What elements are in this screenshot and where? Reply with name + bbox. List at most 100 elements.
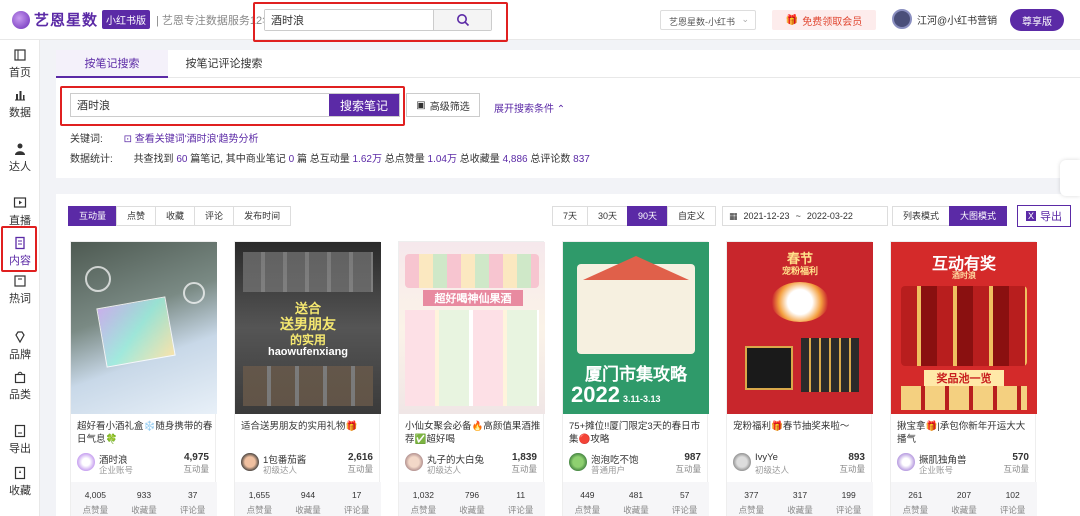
favs-label: 收藏量 [295,505,321,515]
note-author: 1包番茄酱 初级达人 2,616 互动量 [241,452,377,476]
note-card[interactable]: 春节 宠粉福利 宠粉福利🎁春节抽奖来啦～ IvyYe 初级达人 893 互动量 … [726,241,873,516]
sort-comments[interactable]: 评论 [194,206,235,226]
range-7d[interactable]: 7天 [552,206,589,226]
note-image[interactable] [71,242,217,414]
excel-icon: X [1025,211,1036,221]
sidebar-item-label: 首页 [9,67,31,79]
sort-publish-time[interactable]: 发布时间 [233,206,292,226]
vip-button[interactable]: 尊享版 [1010,9,1064,31]
note-stats: 377 点赞量 317 收藏量 199 评论量 [727,482,873,516]
export-icon [14,424,26,438]
note-image[interactable]: 超好喝神仙果酒 [399,242,545,414]
keyword-trend-link[interactable]: ⊡ 查看关键词'酒时浪'趋势分析 [124,134,259,145]
note-image[interactable]: 春节 宠粉福利 [727,242,873,414]
interaction: 987 互动量 [675,452,701,475]
comments-label: 评论量 [671,505,698,515]
chevron-down-icon: ⌄ [741,14,749,24]
expand-conditions-link[interactable]: 展开搜索条件 ⌃ [494,100,565,115]
user-menu[interactable]: 江河@小红书营销 [892,9,997,29]
comments-value: 37 [187,490,198,500]
image-icon: ▣ [416,99,426,111]
sort-interact[interactable]: 互动量 [68,206,118,226]
author-avatar[interactable] [241,453,259,471]
logo[interactable]: 艺恩星数 小红书版 | 艺恩专注数据服务12年 [12,9,273,30]
tiger-illustration [771,282,829,322]
author-type: 企业账号 [99,465,134,475]
sidebar-item-favorites[interactable]: 收藏 [0,466,40,498]
sidebar-item-category[interactable]: 品类 [0,370,40,402]
sort-likes[interactable]: 点赞 [116,206,157,226]
sidebar-item-home[interactable]: 首页 [0,48,40,80]
sidebar-item-label: 数据 [9,107,31,119]
note-title[interactable]: 揪宝拿🎁|承包你新年开运大大播气 [897,420,1033,448]
tab-note-search[interactable]: 按笔记搜索 [56,50,168,78]
range-90d[interactable]: 90天 [627,206,669,226]
favs-label: 收藏量 [459,505,485,515]
list-mode-button[interactable]: 列表模式 [892,206,951,226]
stats-fav: 4,886 [502,154,528,165]
note-card[interactable]: 超好看小酒礼盒❄️随身携带的春日气息🍀 酒时浪 企业账号 4,975 互动量 4… [70,241,217,516]
sidebar-item-brand[interactable]: 品牌 [0,330,40,362]
logo-badge: 小红书版 [102,10,151,29]
stats-notes-suffix: 篇笔记, 其中商业笔记 [190,154,286,165]
platform-select[interactable]: 艺恩星数-小红书 ⌄ [660,10,756,30]
note-image[interactable]: 互动有奖 酒时浪 奖品池一览 [891,242,1037,414]
note-card[interactable]: 超好喝神仙果酒 小仙女聚会必备🔥高颜值果酒推荐✅超好喝 丸子的大白兔 初级达人 … [398,241,545,516]
range-30d[interactable]: 30天 [587,206,629,226]
sidebar-item-live[interactable]: 直播 [0,196,40,228]
note-image[interactable]: 送合 送男朋友 的实用 haowufenxiang [235,242,381,414]
free-vip-button[interactable]: 🎁 免费领取会员 [772,10,876,30]
author-avatar[interactable] [569,453,587,471]
product-collage [901,286,1027,366]
sidebar-item-data[interactable]: 数据 [0,88,40,120]
interaction-value: 2,616 [347,452,373,463]
note-author: IvyYe 初级达人 893 互动量 [733,452,869,476]
interaction: 570 互动量 [1003,452,1029,475]
note-stats: 1,655 点赞量 944 收藏量 17 评论量 [235,482,381,516]
logo-text: 艺恩星数 [34,12,99,29]
advanced-filter-button[interactable]: ▣ 高级筛选 [406,93,480,117]
keyword-trend-label: 查看关键词'酒时浪'趋势分析 [134,134,259,145]
sidebar-item-talent[interactable]: 达人 [0,142,40,174]
likes-label: 点赞量 [246,505,273,515]
floating-help-tab[interactable] [1060,160,1080,196]
comments-value: 102 [1005,490,1020,500]
tab-comment-search[interactable]: 按笔记评论搜索 [168,50,280,78]
author-type: 初级达人 [755,465,790,475]
note-card[interactable]: 互动有奖 酒时浪 奖品池一览 揪宝拿🎁|承包你新年开运大大播气 撅肌独角兽 企业… [890,241,1037,516]
comments-value: 17 [351,490,362,500]
stats-notes: 60 [176,154,188,165]
bar-chart-icon [15,91,25,101]
note-author: 酒时浪 企业账号 4,975 互动量 [77,452,213,476]
sort-favorites[interactable]: 收藏 [155,206,196,226]
grid-mode-button[interactable]: 大图模式 [949,206,1008,226]
author-avatar[interactable] [733,453,751,471]
author-avatar[interactable] [77,453,95,471]
author-avatar[interactable] [405,453,423,471]
note-title[interactable]: 适合送男朋友的实用礼物🎁 [241,420,377,448]
bottle-row [405,254,539,288]
stats-fav-label: 总收藏量 [459,154,500,165]
likes-value: 1,655 [248,490,270,500]
chevron-up-icon: ⌃ [556,104,566,115]
image-caption: 宠粉福利 [781,266,818,276]
note-card[interactable]: 送合 送男朋友 的实用 haowufenxiang 适合送男朋友的实用礼物🎁 1… [234,241,381,516]
gift-box-shape [801,338,859,392]
note-title[interactable]: 超好看小酒礼盒❄️随身携带的春日气息🍀 [77,420,213,448]
note-title[interactable]: 宠粉福利🎁春节抽奖来啦～ [733,420,869,448]
author-avatar[interactable] [897,453,915,471]
sidebar-item-hotwords[interactable]: 热词 [0,274,40,306]
note-card[interactable]: 厦门市集攻略 2022 3.11-3.13 75+摊位!!厦门限定3天的春日市集… [562,241,709,516]
date-range-picker[interactable]: ▦ 2021-12-23 ~ 2022-03-22 [722,206,888,226]
date-sep: ~ [795,211,801,221]
note-title[interactable]: 75+摊位!!厦门限定3天的春日市集🔴攻略 [569,420,705,448]
export-button[interactable]: X 导出 [1017,205,1071,227]
author-name[interactable]: IvyYe [755,452,778,463]
results-panel: 互动量 点赞 收藏 评论 发布时间 7天 30天 90天 自定义 ▦ 2021-… [56,194,1080,516]
sidebar-item-export[interactable]: 导出 [0,424,40,456]
note-image[interactable]: 厦门市集攻略 2022 3.11-3.13 [563,242,709,414]
favs-value: 796 [464,490,480,500]
keyword-label: 关键词: [70,134,103,145]
note-title[interactable]: 小仙女聚会必备🔥高颜值果酒推荐✅超好喝 [405,420,541,448]
range-custom[interactable]: 自定义 [667,206,717,226]
